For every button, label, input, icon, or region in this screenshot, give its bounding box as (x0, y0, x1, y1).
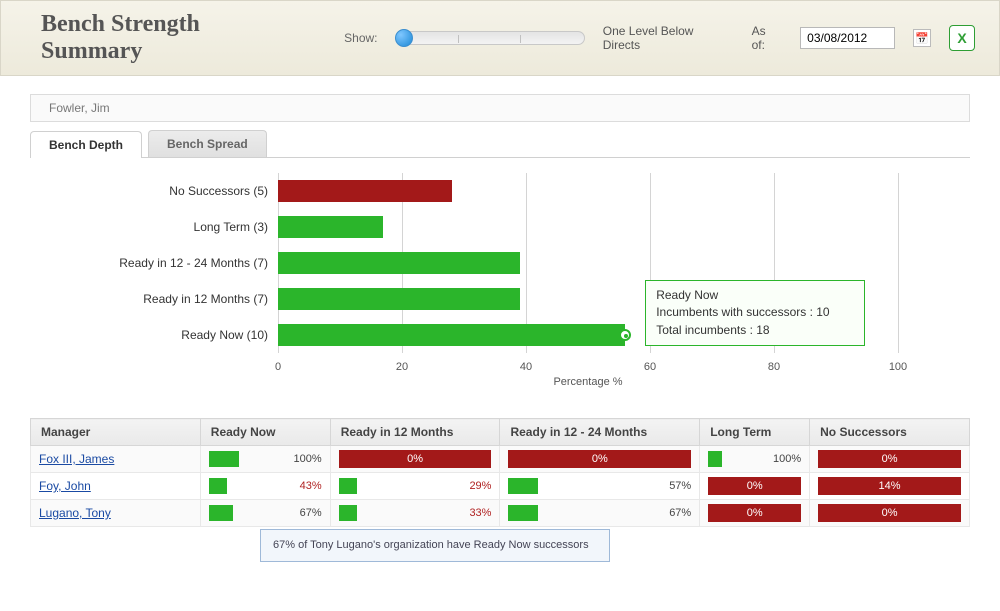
manager-table: ManagerReady NowReady in 12 MonthsReady … (30, 418, 970, 527)
mini-bar (209, 478, 227, 494)
chart-category-label: Ready in 12 Months (7) (30, 292, 278, 306)
table-header[interactable]: Manager (31, 419, 201, 446)
status-block: 14% (818, 477, 961, 495)
table-cell: 0% (700, 500, 810, 527)
tab-bar: Bench Depth Bench Spread (30, 130, 970, 158)
tooltip-line: Incumbents with successors : 10 (656, 304, 854, 321)
axis-tick: 60 (630, 361, 670, 373)
table-row: Foy, John 43% 29% 57% 0% 14% (31, 473, 970, 500)
percent-label: 100% (288, 453, 322, 465)
chart-track (278, 252, 898, 274)
mini-bar (339, 505, 357, 521)
chart-marker-icon (619, 329, 631, 341)
chart-category-label: No Successors (5) (30, 184, 278, 198)
status-block: 0% (818, 450, 961, 468)
chart-bar[interactable] (278, 180, 452, 202)
percent-label: 100% (767, 453, 801, 465)
chart-category-label: Ready Now (10) (30, 328, 278, 342)
level-label: One Level Below Directs (603, 24, 734, 52)
chart-row: Long Term (3) (30, 209, 970, 245)
asof-label: As of: (752, 24, 783, 52)
table-cell: 0% (810, 500, 970, 527)
table-cell: 0% (810, 446, 970, 473)
table-cell: 43% (200, 473, 330, 500)
calendar-icon[interactable]: 📅 (913, 29, 931, 47)
table-cell: 57% (500, 473, 700, 500)
percent-label: 29% (457, 480, 491, 492)
chart-x-label: Percentage % (278, 376, 898, 388)
manager-link[interactable]: Fox III, James (39, 452, 114, 466)
manager-link[interactable]: Foy, John (39, 479, 91, 493)
export-excel-icon[interactable]: X (949, 25, 975, 51)
percent-label: 67% (657, 507, 691, 519)
table-cell: 29% (330, 473, 500, 500)
chart-track (278, 180, 898, 202)
table-cell: 100% (200, 446, 330, 473)
chart-track (278, 216, 898, 238)
axis-tick: 80 (754, 361, 794, 373)
breadcrumb[interactable]: Fowler, Jim (30, 94, 970, 122)
table-header[interactable]: No Successors (810, 419, 970, 446)
level-slider[interactable] (396, 31, 585, 45)
tab-bench-spread[interactable]: Bench Spread (148, 130, 267, 157)
axis-tick: 40 (506, 361, 546, 373)
chart-bar[interactable] (278, 288, 520, 310)
manager-link[interactable]: Lugano, Tony (39, 506, 111, 520)
chart-category-label: Ready in 12 - 24 Months (7) (30, 256, 278, 270)
bench-depth-chart: 0 20 40 60 80 100 No Successors (5) Long Term … (30, 158, 970, 388)
status-block: 0% (818, 504, 961, 522)
slider-thumb[interactable] (395, 29, 413, 47)
status-block: 0% (708, 477, 801, 495)
tooltip-title: Ready Now (656, 287, 854, 304)
table-cell: 67% (500, 500, 700, 527)
mini-bar (339, 478, 357, 494)
table-cell: 0% (700, 473, 810, 500)
table-header[interactable]: Ready Now (200, 419, 330, 446)
show-label: Show: (344, 31, 377, 45)
mini-bar (508, 505, 538, 521)
table-row: Fox III, James 100% 0% 0% 100% 0% (31, 446, 970, 473)
table-cell: 67% (200, 500, 330, 527)
chart-bar[interactable] (278, 252, 520, 274)
status-block: 0% (708, 504, 801, 522)
table-cell: 0% (330, 446, 500, 473)
chart-bar[interactable] (278, 324, 625, 346)
table-header[interactable]: Long Term (700, 419, 810, 446)
chart-bar[interactable] (278, 216, 383, 238)
status-block: 0% (508, 450, 691, 468)
percent-label: 43% (288, 480, 322, 492)
table-cell: 100% (700, 446, 810, 473)
chart-row: Ready in 12 - 24 Months (7) (30, 245, 970, 281)
tooltip-line: Total incumbents : 18 (656, 322, 854, 339)
percent-label: 33% (457, 507, 491, 519)
chart-tooltip: Ready Now Incumbents with successors : 1… (645, 280, 865, 346)
table-header[interactable]: Ready in 12 Months (330, 419, 500, 446)
asof-date-input[interactable] (800, 27, 895, 49)
axis-tick: 20 (382, 361, 422, 373)
table-cell: 14% (810, 473, 970, 500)
table-row: Lugano, Tony 67% 33% 67% 0% 0% (31, 500, 970, 527)
status-block: 0% (339, 450, 492, 468)
mini-bar (708, 451, 722, 467)
tab-bench-depth[interactable]: Bench Depth (30, 131, 142, 158)
mini-bar (209, 505, 233, 521)
percent-label: 57% (657, 480, 691, 492)
mini-bar (508, 478, 538, 494)
header-bar: Bench Strength Summary Show: One Level B… (0, 0, 1000, 76)
percent-label: 67% (288, 507, 322, 519)
page-title: Bench Strength Summary (41, 11, 306, 65)
axis-tick: 100 (878, 361, 918, 373)
table-header[interactable]: Ready in 12 - 24 Months (500, 419, 700, 446)
axis-tick: 0 (258, 361, 298, 373)
table-tooltip: 67% of Tony Lugano's organization have R… (260, 529, 610, 562)
table-cell: 0% (500, 446, 700, 473)
chart-row: No Successors (5) (30, 173, 970, 209)
chart-category-label: Long Term (3) (30, 220, 278, 234)
table-cell: 33% (330, 500, 500, 527)
mini-bar (209, 451, 239, 467)
